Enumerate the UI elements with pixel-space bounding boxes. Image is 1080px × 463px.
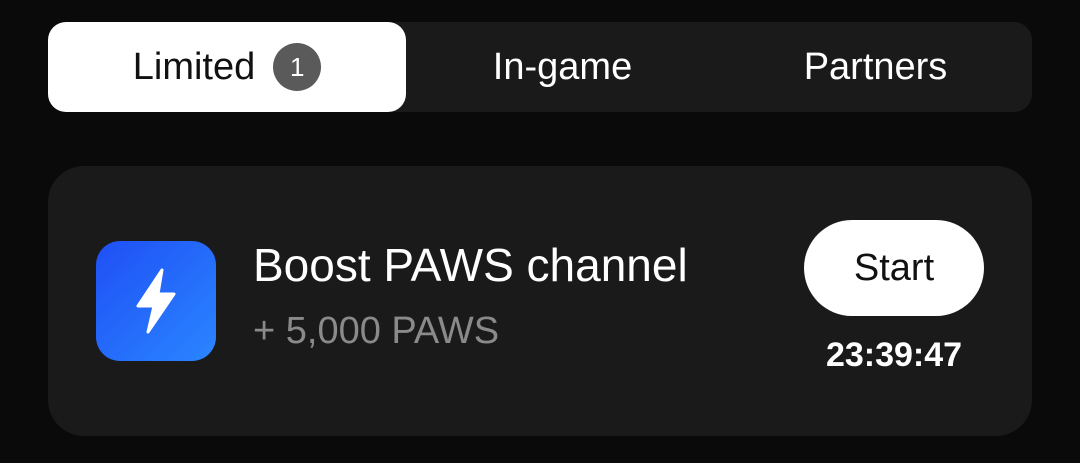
tab-bar: Limited 1 In-game Partners bbox=[48, 22, 1032, 112]
start-button[interactable]: Start bbox=[804, 220, 984, 316]
tab-partners[interactable]: Partners bbox=[719, 22, 1032, 112]
tab-limited[interactable]: Limited 1 bbox=[48, 22, 406, 112]
task-reward: + 5,000 PAWS bbox=[253, 310, 500, 352]
tab-limited-label: Limited bbox=[132, 45, 256, 88]
lightning-bolt-glyph bbox=[136, 268, 176, 334]
tab-in-game[interactable]: In-game bbox=[406, 22, 719, 112]
tab-partners-label: Partners bbox=[803, 45, 948, 88]
countdown-timer: 23:39:47 bbox=[825, 336, 963, 374]
tab-in-game-label: In-game bbox=[492, 45, 633, 88]
task-card: Boost PAWS channel + 5,000 PAWS Start 23… bbox=[48, 166, 1032, 436]
count-badge: 1 bbox=[273, 43, 322, 91]
lightning-bolt-icon bbox=[96, 241, 216, 361]
task-title: Boost PAWS channel bbox=[253, 239, 688, 291]
